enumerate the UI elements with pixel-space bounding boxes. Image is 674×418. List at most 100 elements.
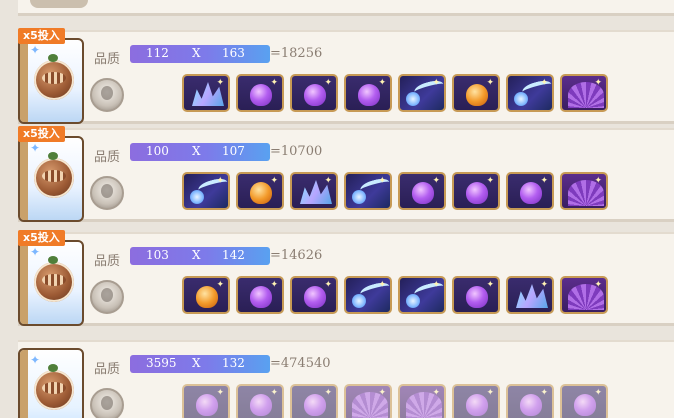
star-icon: ✦ bbox=[378, 176, 386, 186]
chef-avatar[interactable] bbox=[90, 78, 124, 112]
comet-icon[interactable]: ✦ bbox=[344, 172, 392, 210]
recipe-row[interactable]: x5投入 ✦ 品质 100 X 107 =10700 ✦ ✦ ✦ ✦ ✦ ✦ ✦ ✦ bbox=[18, 126, 674, 222]
comet-icon[interactable]: ✦ bbox=[506, 74, 554, 112]
ingredient-art bbox=[466, 182, 488, 204]
garnish-icon bbox=[48, 256, 58, 264]
quality-formula-bar: 3595 X 132 bbox=[130, 355, 270, 373]
quality-label: 品质 bbox=[94, 52, 121, 67]
recipe-row[interactable]: x5投入 ✦ 品质 103 X 142 =14626 ✦ ✦ ✦ ✦ ✦ ✦ ✦ ✦ bbox=[18, 230, 674, 326]
fan-book-icon[interactable]: ✦ bbox=[344, 384, 392, 418]
card-side-bar bbox=[20, 242, 28, 324]
violet-potion-icon[interactable]: ✦ bbox=[290, 74, 338, 112]
star-icon: ✦ bbox=[540, 280, 548, 290]
violet-potion-icon[interactable]: ✦ bbox=[452, 172, 500, 210]
ingredient-art bbox=[196, 286, 218, 308]
comet-icon[interactable]: ✦ bbox=[398, 74, 446, 112]
violet-potion-icon[interactable]: ✦ bbox=[506, 172, 554, 210]
quality-formula-bar: 100 X 107 bbox=[130, 143, 270, 161]
chef-avatar[interactable] bbox=[90, 176, 124, 210]
chef-avatar[interactable] bbox=[90, 388, 124, 418]
ingredient-slots: ✦ ✦ ✦ ✦ ✦ ✦ ✦ ✦ bbox=[182, 74, 608, 114]
orange-potion-icon[interactable]: ✦ bbox=[182, 276, 230, 314]
fan-book-icon[interactable]: ✦ bbox=[560, 172, 608, 210]
quality-label: 品质 bbox=[94, 150, 121, 165]
ingredient-art bbox=[406, 92, 420, 106]
x5-invest-badge: x5投入 bbox=[18, 126, 65, 142]
dish-card[interactable]: ✦ bbox=[18, 348, 84, 418]
violet-potion-icon[interactable]: ✦ bbox=[344, 74, 392, 112]
violet-potion-icon[interactable]: ✦ bbox=[290, 384, 338, 418]
ingredient-art bbox=[196, 394, 218, 416]
card-side-bar bbox=[20, 350, 28, 418]
sparkle-icon: ✦ bbox=[30, 43, 41, 57]
star-icon: ✦ bbox=[432, 280, 440, 290]
dish-card[interactable]: ✦ bbox=[18, 136, 84, 222]
dish-card[interactable]: ✦ bbox=[18, 38, 84, 124]
orange-potion-icon[interactable]: ✦ bbox=[452, 74, 500, 112]
violet-potion-icon[interactable]: ✦ bbox=[560, 384, 608, 418]
quality-total: =474540 bbox=[270, 356, 331, 371]
ingredient-art bbox=[250, 394, 272, 416]
crystal-cauldron-icon[interactable]: ✦ bbox=[182, 74, 230, 112]
fan-book-icon[interactable]: ✦ bbox=[560, 276, 608, 314]
violet-potion-icon[interactable]: ✦ bbox=[290, 276, 338, 314]
comet-icon[interactable]: ✦ bbox=[344, 276, 392, 314]
quality-factor-b: 132 bbox=[222, 356, 245, 370]
fan-book-icon[interactable]: ✦ bbox=[398, 384, 446, 418]
card-side-bar bbox=[20, 138, 28, 220]
violet-potion-icon[interactable]: ✦ bbox=[398, 172, 446, 210]
quality-factor-b: 107 bbox=[222, 144, 245, 158]
dish-card[interactable]: ✦ bbox=[18, 240, 84, 326]
previous-row-tab bbox=[30, 0, 88, 8]
ingredient-art bbox=[466, 394, 488, 416]
violet-potion-icon[interactable]: ✦ bbox=[452, 276, 500, 314]
star-icon: ✦ bbox=[432, 176, 440, 186]
multiply-sign: X bbox=[192, 356, 201, 370]
violet-potion-icon[interactable]: ✦ bbox=[236, 74, 284, 112]
ingredient-art bbox=[574, 394, 596, 416]
garnish-icon bbox=[48, 54, 58, 62]
ingredient-art bbox=[352, 190, 366, 204]
sparkle-icon: ✦ bbox=[30, 245, 41, 259]
violet-potion-icon[interactable]: ✦ bbox=[182, 384, 230, 418]
x5-invest-badge: x5投入 bbox=[18, 230, 65, 246]
crystal-cauldron-icon[interactable]: ✦ bbox=[506, 276, 554, 314]
violet-potion-icon[interactable]: ✦ bbox=[236, 276, 284, 314]
sparkle-icon: ✦ bbox=[30, 141, 41, 155]
crystal-cauldron-icon[interactable]: ✦ bbox=[290, 172, 338, 210]
quality-label: 品质 bbox=[94, 362, 121, 377]
ingredient-slots: ✦ ✦ ✦ ✦ ✦ ✦ ✦ ✦ bbox=[182, 172, 608, 212]
comet-icon[interactable]: ✦ bbox=[182, 172, 230, 210]
ingredient-art bbox=[520, 394, 542, 416]
comet-icon[interactable]: ✦ bbox=[398, 276, 446, 314]
star-icon: ✦ bbox=[594, 388, 602, 398]
violet-potion-icon[interactable]: ✦ bbox=[452, 384, 500, 418]
quality-formula-bar: 112 X 163 bbox=[130, 45, 270, 63]
ingredient-art bbox=[358, 84, 380, 106]
star-icon: ✦ bbox=[540, 388, 548, 398]
multiply-sign: X bbox=[192, 248, 201, 262]
dish-icon bbox=[34, 262, 74, 302]
ingredient-art bbox=[304, 84, 326, 106]
star-icon: ✦ bbox=[594, 176, 602, 186]
quality-total: =18256 bbox=[270, 46, 323, 61]
orange-potion-icon[interactable]: ✦ bbox=[236, 172, 284, 210]
star-icon: ✦ bbox=[486, 78, 494, 88]
ingredient-art bbox=[250, 286, 272, 308]
recipe-row[interactable]: x5投入 ✦ 品质 112 X 163 =18256 ✦ ✦ ✦ ✦ ✦ ✦ ✦ ✦ bbox=[18, 28, 674, 124]
recipe-row[interactable]: ✦ 品质 3595 X 132 =474540 ✦ ✦ ✦ ✦ ✦ ✦ ✦ ✦ bbox=[18, 340, 674, 418]
star-icon: ✦ bbox=[594, 78, 602, 88]
quality-factor-b: 142 bbox=[222, 248, 245, 262]
violet-potion-icon[interactable]: ✦ bbox=[236, 384, 284, 418]
ingredient-art bbox=[514, 92, 528, 106]
quality-factor-a: 3595 bbox=[146, 356, 177, 370]
star-icon: ✦ bbox=[216, 280, 224, 290]
star-icon: ✦ bbox=[216, 176, 224, 186]
chef-avatar[interactable] bbox=[90, 280, 124, 314]
violet-potion-icon[interactable]: ✦ bbox=[506, 384, 554, 418]
quality-formula-bar: 103 X 142 bbox=[130, 247, 270, 265]
dish-icon bbox=[34, 370, 74, 410]
star-icon: ✦ bbox=[270, 280, 278, 290]
garnish-icon bbox=[48, 364, 58, 372]
fan-book-icon[interactable]: ✦ bbox=[560, 74, 608, 112]
